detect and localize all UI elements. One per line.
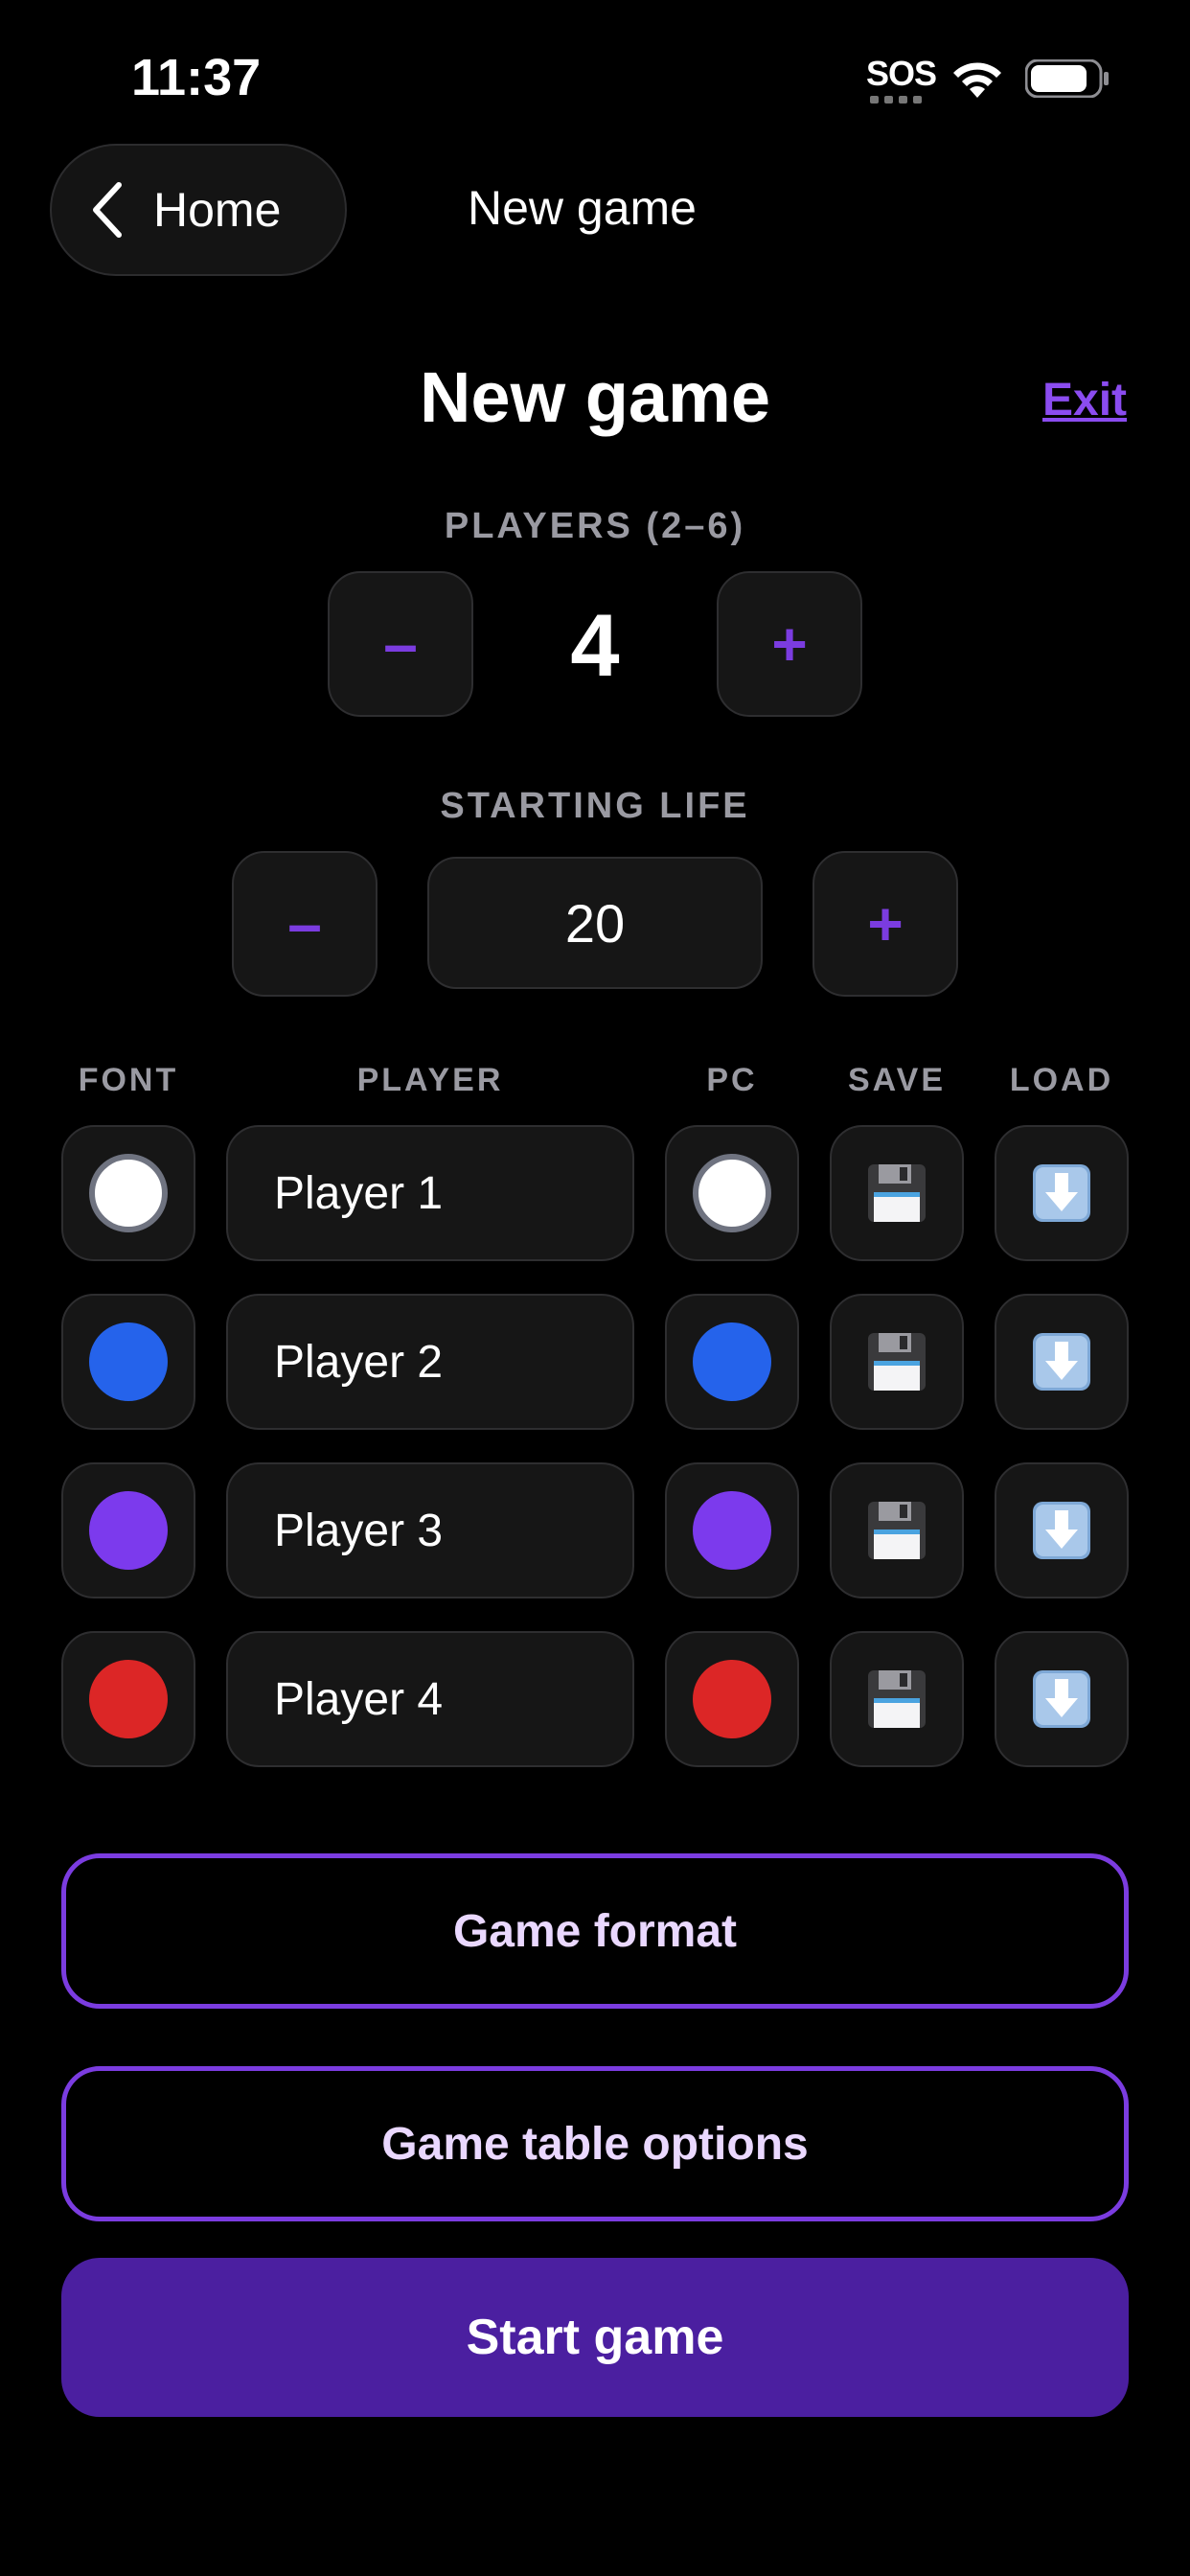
font-color-button[interactable] xyxy=(61,1462,195,1598)
home-label: Home xyxy=(153,183,282,237)
pc-color-swatch xyxy=(693,1660,771,1738)
pc-color-swatch xyxy=(693,1491,771,1570)
player-name-field[interactable]: Player 2 xyxy=(226,1294,634,1430)
wifi-icon xyxy=(953,62,1001,98)
player-name-field[interactable]: Player 1 xyxy=(226,1125,634,1261)
pc-color-button[interactable] xyxy=(665,1125,799,1261)
pc-color-button[interactable] xyxy=(665,1294,799,1430)
signal-dots xyxy=(870,96,927,104)
player-row: Player 3 xyxy=(0,1462,1190,1598)
players-label: PLAYERS (2–6) xyxy=(444,506,746,546)
player-name-field[interactable]: Player 3 xyxy=(226,1462,634,1598)
font-color-swatch xyxy=(89,1491,168,1570)
start-game-button[interactable]: Start game xyxy=(61,2258,1129,2417)
font-color-swatch xyxy=(89,1660,168,1738)
home-back-button[interactable]: Home xyxy=(50,144,347,276)
game-table-options-button[interactable]: Game table options xyxy=(61,2066,1129,2221)
save-player-button[interactable] xyxy=(830,1631,964,1767)
download-arrow-icon xyxy=(1033,1502,1090,1559)
load-player-button[interactable] xyxy=(995,1462,1129,1598)
life-increment-button[interactable]: + xyxy=(812,851,958,997)
life-decrement-button[interactable]: – xyxy=(232,851,378,997)
column-font: FONT xyxy=(78,1062,179,1098)
floppy-disk-icon xyxy=(868,1333,926,1391)
player-name-field[interactable]: Player 4 xyxy=(226,1631,634,1767)
floppy-disk-icon xyxy=(868,1502,926,1559)
load-player-button[interactable] xyxy=(995,1125,1129,1261)
font-color-button[interactable] xyxy=(61,1125,195,1261)
players-decrement-button[interactable]: – xyxy=(328,571,473,717)
player-row: Player 4 xyxy=(0,1631,1190,1767)
load-player-button[interactable] xyxy=(995,1631,1129,1767)
column-pc: PC xyxy=(706,1062,758,1098)
floppy-disk-icon xyxy=(868,1164,926,1222)
download-arrow-icon xyxy=(1033,1670,1090,1728)
pc-color-button[interactable] xyxy=(665,1462,799,1598)
chevron-left-icon xyxy=(93,182,122,238)
starting-life-label: STARTING LIFE xyxy=(440,786,750,826)
nav-title: New game xyxy=(468,181,697,235)
download-arrow-icon xyxy=(1033,1164,1090,1222)
download-arrow-icon xyxy=(1033,1333,1090,1391)
pc-color-swatch xyxy=(693,1322,771,1401)
pc-color-button[interactable] xyxy=(665,1631,799,1767)
font-color-swatch xyxy=(89,1322,168,1401)
player-row: Player 2 xyxy=(0,1294,1190,1430)
load-player-button[interactable] xyxy=(995,1294,1129,1430)
starting-life-input[interactable]: 20 xyxy=(427,857,763,989)
game-format-button[interactable]: Game format xyxy=(61,1853,1129,2009)
player-row: Player 1 xyxy=(0,1125,1190,1261)
column-save: SAVE xyxy=(847,1062,947,1098)
font-color-button[interactable] xyxy=(61,1294,195,1430)
sos-indicator: SOS xyxy=(866,54,937,93)
save-player-button[interactable] xyxy=(830,1125,964,1261)
players-increment-button[interactable]: + xyxy=(717,571,862,717)
floppy-disk-icon xyxy=(868,1670,926,1728)
page-title: New game xyxy=(419,357,771,437)
column-player: PLAYER xyxy=(356,1062,504,1098)
save-player-button[interactable] xyxy=(830,1294,964,1430)
battery-icon xyxy=(1025,59,1109,98)
exit-link[interactable]: Exit xyxy=(1042,374,1127,426)
players-count: 4 xyxy=(570,597,620,695)
column-load: LOAD xyxy=(1009,1062,1114,1098)
save-player-button[interactable] xyxy=(830,1462,964,1598)
status-time: 11:37 xyxy=(131,49,262,106)
font-color-swatch xyxy=(89,1154,168,1232)
font-color-button[interactable] xyxy=(61,1631,195,1767)
pc-color-swatch xyxy=(693,1154,771,1232)
